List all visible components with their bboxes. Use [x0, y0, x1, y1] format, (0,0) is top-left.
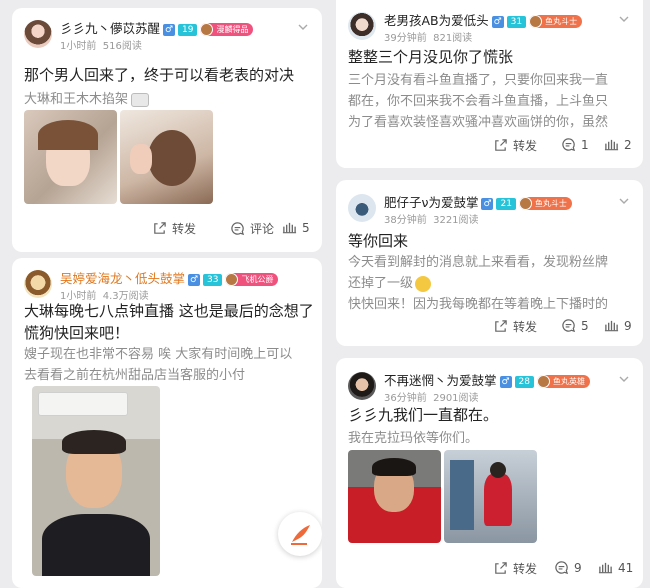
- post-title[interactable]: 彡彡九我们一直都在。: [348, 404, 498, 426]
- like-icon: [604, 137, 619, 152]
- level-badge: 28: [514, 375, 534, 388]
- avatar[interactable]: [348, 372, 376, 400]
- comment-button[interactable]: 1: [561, 137, 589, 152]
- share-icon: [493, 561, 508, 576]
- post-body[interactable]: 嫂子现在也非常不容易 唉 大家有时间晚上可以 去看看之前在杭州甜品店当客服的小付: [24, 344, 292, 386]
- post-image[interactable]: [120, 110, 213, 204]
- post-card[interactable]: 肥仔子ν为爱鼓掌 ♂ 21 鱼丸斗士 38分钟前 3221阅读 等你回来 今天看到解封…: [336, 180, 643, 346]
- like-icon: [604, 318, 619, 333]
- post-meta: 36分钟前 2901阅读: [384, 393, 479, 404]
- male-icon: ♂: [163, 23, 176, 36]
- post-meta: 1小时前 516阅读: [60, 41, 142, 52]
- male-icon: ♂: [188, 273, 201, 286]
- post-image[interactable]: [348, 450, 441, 543]
- comment-button[interactable]: 9: [554, 560, 582, 575]
- more-icon[interactable]: [617, 372, 631, 386]
- comment-icon: [554, 560, 569, 575]
- fan-badge: 鱼丸斗士: [529, 15, 583, 28]
- comment-icon: [561, 137, 576, 152]
- fan-badge: 鱼丸英雄: [536, 375, 590, 388]
- emoji-icon: [131, 92, 150, 107]
- post-body[interactable]: 三个月没有看斗鱼直播了，只要你回来我一直 都在，你不回来我不会看斗鱼直播，上斗鱼只…: [348, 70, 608, 133]
- post-card[interactable]: 不再迷惘丶为爱鼓掌 ♂ 28 鱼丸英雄 36分钟前 2901阅读 彡彡九我们一直都在。…: [336, 358, 643, 588]
- male-icon: ♂: [481, 197, 494, 210]
- compose-button[interactable]: [278, 512, 322, 556]
- post-actions: 转发 1 2: [336, 137, 643, 155]
- post-title[interactable]: 整整三个月没见你了慌张: [348, 46, 513, 68]
- post-title[interactable]: 那个男人回来了，终于可以看老表的对决: [24, 64, 294, 86]
- post-body[interactable]: 今天看到解封的消息就上来看看，发现粉丝牌 还掉了一级 快快回来！因为我每晚都在等着晚…: [348, 252, 608, 315]
- like-icon: [598, 560, 613, 575]
- emoji-icon: [415, 275, 432, 292]
- share-icon: [493, 319, 508, 334]
- post-image[interactable]: [32, 386, 160, 576]
- share-button[interactable]: 转发: [152, 220, 196, 237]
- post-actions: 转发 9 41: [336, 560, 643, 578]
- share-icon: [152, 221, 167, 236]
- fan-badge: 飞机公爵: [225, 273, 279, 286]
- post-image[interactable]: [444, 450, 537, 543]
- level-badge: 21: [496, 197, 516, 210]
- more-icon[interactable]: [617, 194, 631, 208]
- username[interactable]: 肥仔子ν为爱鼓掌 ♂ 21 鱼丸斗士: [384, 192, 572, 211]
- like-button[interactable]: 5: [282, 220, 310, 235]
- share-button[interactable]: 转发: [493, 560, 537, 577]
- post-card[interactable]: 老男孩AB为爱低头 ♂ 31 鱼丸斗士 39分钟前 821阅读 整整三个月没见你了慌张…: [336, 0, 643, 168]
- comment-icon: [230, 221, 245, 236]
- username[interactable]: 彡彡九丶儚苡苏醒 ♂ 19 漫麟得品: [60, 18, 254, 37]
- post-header: 肥仔子ν为爱鼓掌 ♂ 21 鱼丸斗士 38分钟前 3221阅读: [348, 192, 631, 232]
- share-button[interactable]: 转发: [493, 318, 537, 335]
- avatar[interactable]: [24, 270, 52, 298]
- share-button[interactable]: 转发: [493, 137, 537, 154]
- post-body[interactable]: 大琳和王木木掐架: [24, 89, 150, 110]
- avatar[interactable]: [348, 12, 376, 40]
- username[interactable]: 不再迷惘丶为爱鼓掌 ♂ 28 鱼丸英雄: [384, 370, 590, 389]
- username[interactable]: 老男孩AB为爱低头 ♂ 31 鱼丸斗士: [384, 10, 583, 29]
- like-button[interactable]: 9: [604, 318, 632, 333]
- avatar[interactable]: [348, 194, 376, 222]
- post-header: 彡彡九丶儚苡苏醒 ♂ 19 漫麟得品 1小时前 516阅读: [24, 18, 310, 58]
- male-icon: ♂: [499, 375, 512, 388]
- post-meta: 39分钟前 821阅读: [384, 33, 473, 44]
- post-header: 老男孩AB为爱低头 ♂ 31 鱼丸斗士 39分钟前 821阅读: [348, 10, 631, 50]
- share-icon: [493, 138, 508, 153]
- level-badge: 31: [506, 15, 527, 28]
- level-badge: 33: [203, 273, 223, 286]
- post-body[interactable]: 我在克拉玛依等你们。: [348, 428, 478, 449]
- post-image[interactable]: [24, 110, 117, 204]
- post-card[interactable]: 吴婷爱海龙丶低头鼓掌 ♂ 33 飞机公爵 1小时前 4.3万阅读 大琳每晚七八点钟直播…: [12, 258, 322, 588]
- compose-icon: [291, 525, 310, 545]
- post-card[interactable]: 彡彡九丶儚苡苏醒 ♂ 19 漫麟得品 1小时前 516阅读 那个男人回来了，终于可以看…: [12, 8, 322, 252]
- comment-button[interactable]: 评论: [230, 220, 274, 237]
- username[interactable]: 吴婷爱海龙丶低头鼓掌 ♂ 33 飞机公爵: [60, 268, 279, 287]
- like-button[interactable]: 41: [598, 560, 633, 575]
- fan-badge: 漫麟得品: [200, 23, 254, 36]
- like-icon: [282, 220, 297, 235]
- more-icon[interactable]: [617, 12, 631, 26]
- fan-badge: 鱼丸斗士: [518, 197, 572, 210]
- comment-button[interactable]: 5: [561, 318, 589, 333]
- post-meta: 38分钟前 3221阅读: [384, 215, 479, 226]
- post-title[interactable]: 等你回来: [348, 230, 408, 252]
- level-badge: 19: [178, 23, 198, 36]
- post-actions: 转发 评论 5: [12, 220, 322, 238]
- avatar[interactable]: [24, 20, 52, 48]
- post-title[interactable]: 大琳每晚七八点钟直播 这也是最后的念想了 慌狗快回来吧！: [24, 300, 314, 344]
- comment-icon: [561, 318, 576, 333]
- post-actions: 转发 5 9: [336, 318, 643, 336]
- male-icon: ♂: [491, 15, 504, 28]
- more-icon[interactable]: [296, 20, 310, 34]
- like-button[interactable]: 2: [604, 137, 632, 152]
